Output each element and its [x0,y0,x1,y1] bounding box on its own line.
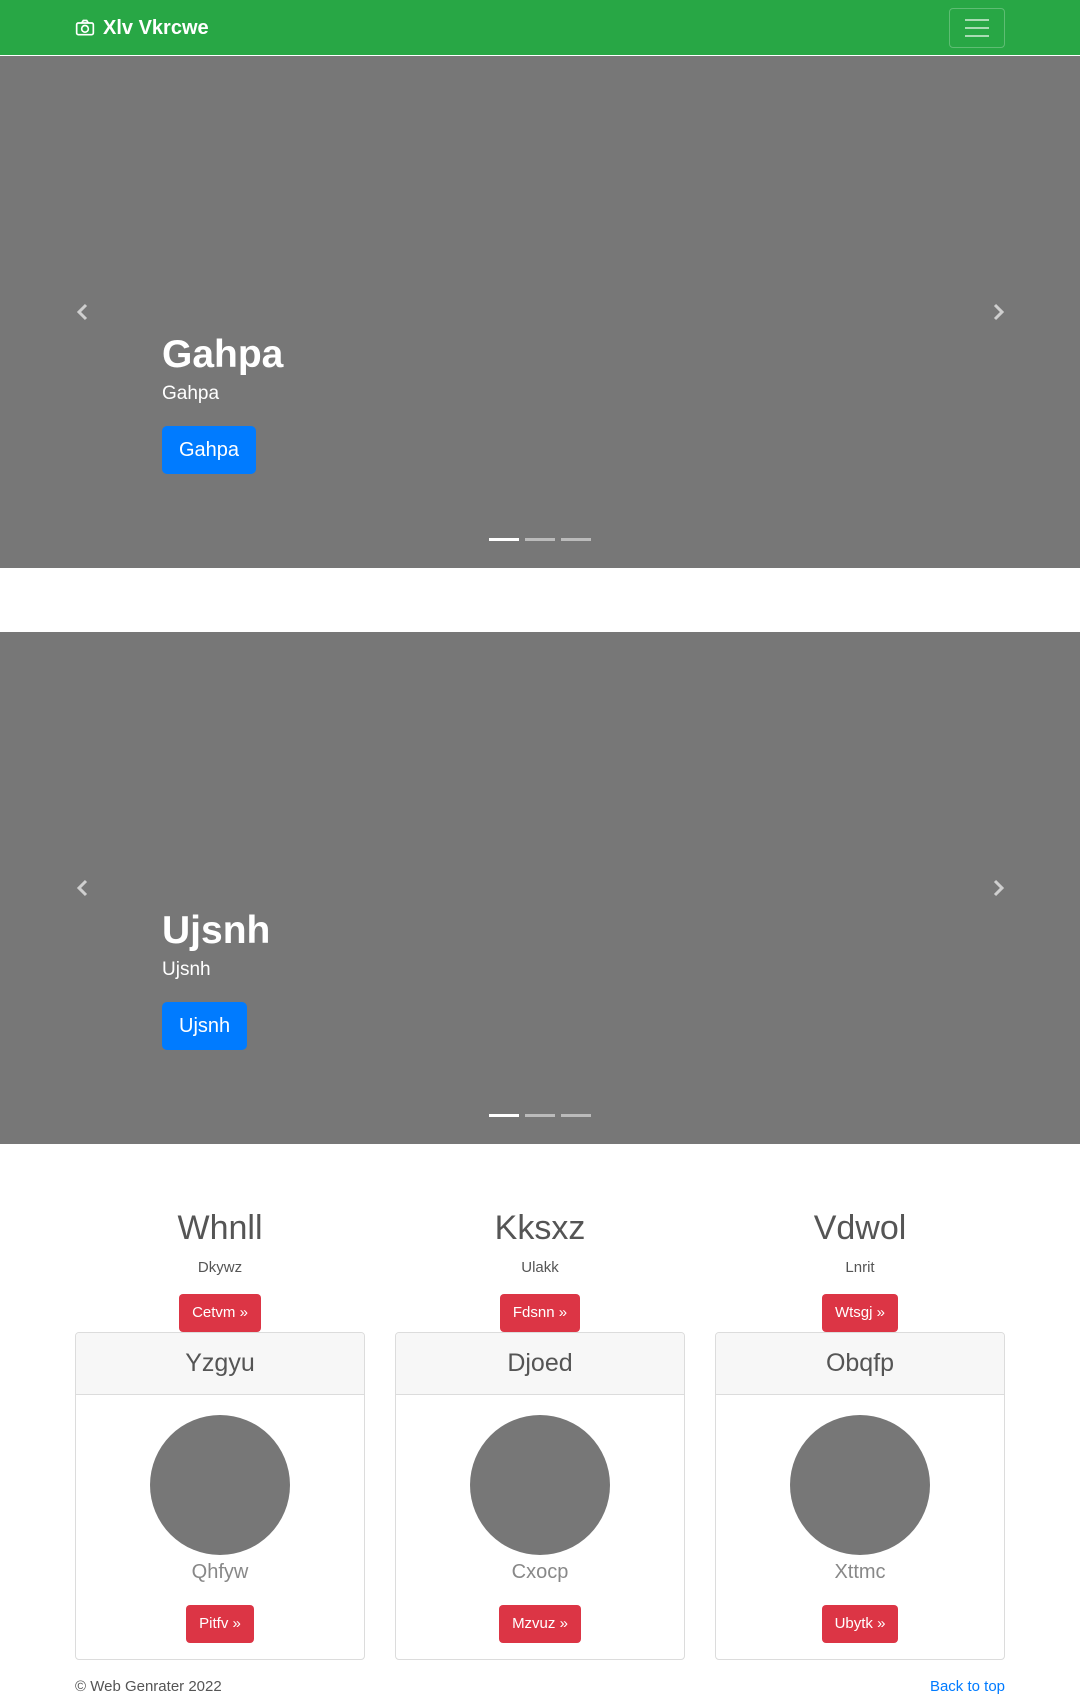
chevron-right-icon [993,303,1005,321]
navbar: Xlv Vkrcwe [0,0,1080,55]
avatar-placeholder [150,1415,290,1555]
feature-text: Dkywz [197,1259,243,1276]
feature-column: Vdwol Lnrit Wtsgj » [715,1208,1005,1332]
carousel-next-button[interactable] [987,300,1011,324]
feature-text: Ulakk [521,1259,559,1276]
card-title: Cxocp [511,1561,569,1583]
carousel-subtitle: Gahpa [162,383,220,404]
feature-heading: Kksxz [494,1209,586,1247]
carousel-cta-button[interactable]: Ujsnh [162,1002,248,1050]
chevron-left-icon [76,879,88,897]
brand-link[interactable]: Xlv Vkrcwe [75,16,209,40]
hero-carousel-1: Gahpa Gahpa Gahpa [0,56,1080,568]
card-title: Xttmc [834,1561,886,1583]
carousel-indicator[interactable] [489,1114,519,1117]
feature-column: Whnll Dkywz Cetvm » [75,1208,365,1332]
card-button[interactable]: Mzvuz » [499,1605,581,1643]
feature-column: Kksxz Ulakk Fdsnn » [395,1208,685,1332]
carousel-next-button[interactable] [987,876,1011,900]
hero-carousel-2: Ujsnh Ujsnh Ujsnh [0,632,1080,1144]
hamburger-icon [965,19,989,37]
feature-heading: Whnll [177,1209,263,1247]
carousel-indicators [489,1114,591,1117]
carousel-title: Gahpa [162,333,284,376]
avatar-placeholder [470,1415,610,1555]
navbar-toggle-button[interactable] [949,8,1005,48]
card-body: Qhfyw Pitfv » [76,1395,364,1643]
carousel-prev-button[interactable] [70,876,94,900]
footer: © Web Genrater 2022 Back to top [75,1678,1005,1700]
feature-text: Lnrit [845,1259,875,1276]
carousel-subtitle: Ujsnh [162,959,211,980]
card-body: Cxocp Mzvuz » [396,1395,684,1643]
carousel-indicator[interactable] [561,538,591,541]
copyright-text: © Web Genrater 2022 [75,1678,222,1695]
carousel-prev-button[interactable] [70,300,94,324]
feature-button[interactable]: Fdsnn » [499,1294,581,1332]
feature-button[interactable]: Cetvm » [179,1294,261,1332]
carousel-indicator[interactable] [525,1114,555,1117]
brand-name: Xlv Vkrcwe [103,16,209,39]
carousel-indicator[interactable] [561,1114,591,1117]
card-title: Qhfyw [191,1561,249,1583]
carousel-caption: Ujsnh Ujsnh Ujsnh [162,908,270,1050]
card-header: Djoed [396,1333,684,1395]
profile-card: Obqfp Xttmc Ubytk » [715,1332,1005,1660]
back-to-top-link[interactable]: Back to top [930,1678,1005,1695]
feature-heading: Vdwol [813,1209,907,1247]
profile-card: Djoed Cxocp Mzvuz » [395,1332,685,1660]
feature-button[interactable]: Wtsgj » [821,1294,898,1332]
camera-icon [75,19,95,36]
card-body: Xttmc Ubytk » [716,1395,1004,1643]
carousel-title: Ujsnh [162,909,271,952]
avatar-placeholder [790,1415,930,1555]
card-button[interactable]: Ubytk » [821,1605,899,1643]
carousel-indicator[interactable] [489,538,519,541]
profile-card: Yzgyu Qhfyw Pitfv » [75,1332,365,1660]
chevron-left-icon [76,303,88,321]
chevron-right-icon [993,879,1005,897]
card-header: Obqfp [716,1333,1004,1395]
card-button[interactable]: Pitfv » [186,1605,254,1643]
carousel-cta-button[interactable]: Gahpa [162,426,257,474]
carousel-caption: Gahpa Gahpa Gahpa [162,332,283,474]
carousel-indicators [489,538,591,541]
card-header: Yzgyu [76,1333,364,1395]
carousel-indicator[interactable] [525,538,555,541]
